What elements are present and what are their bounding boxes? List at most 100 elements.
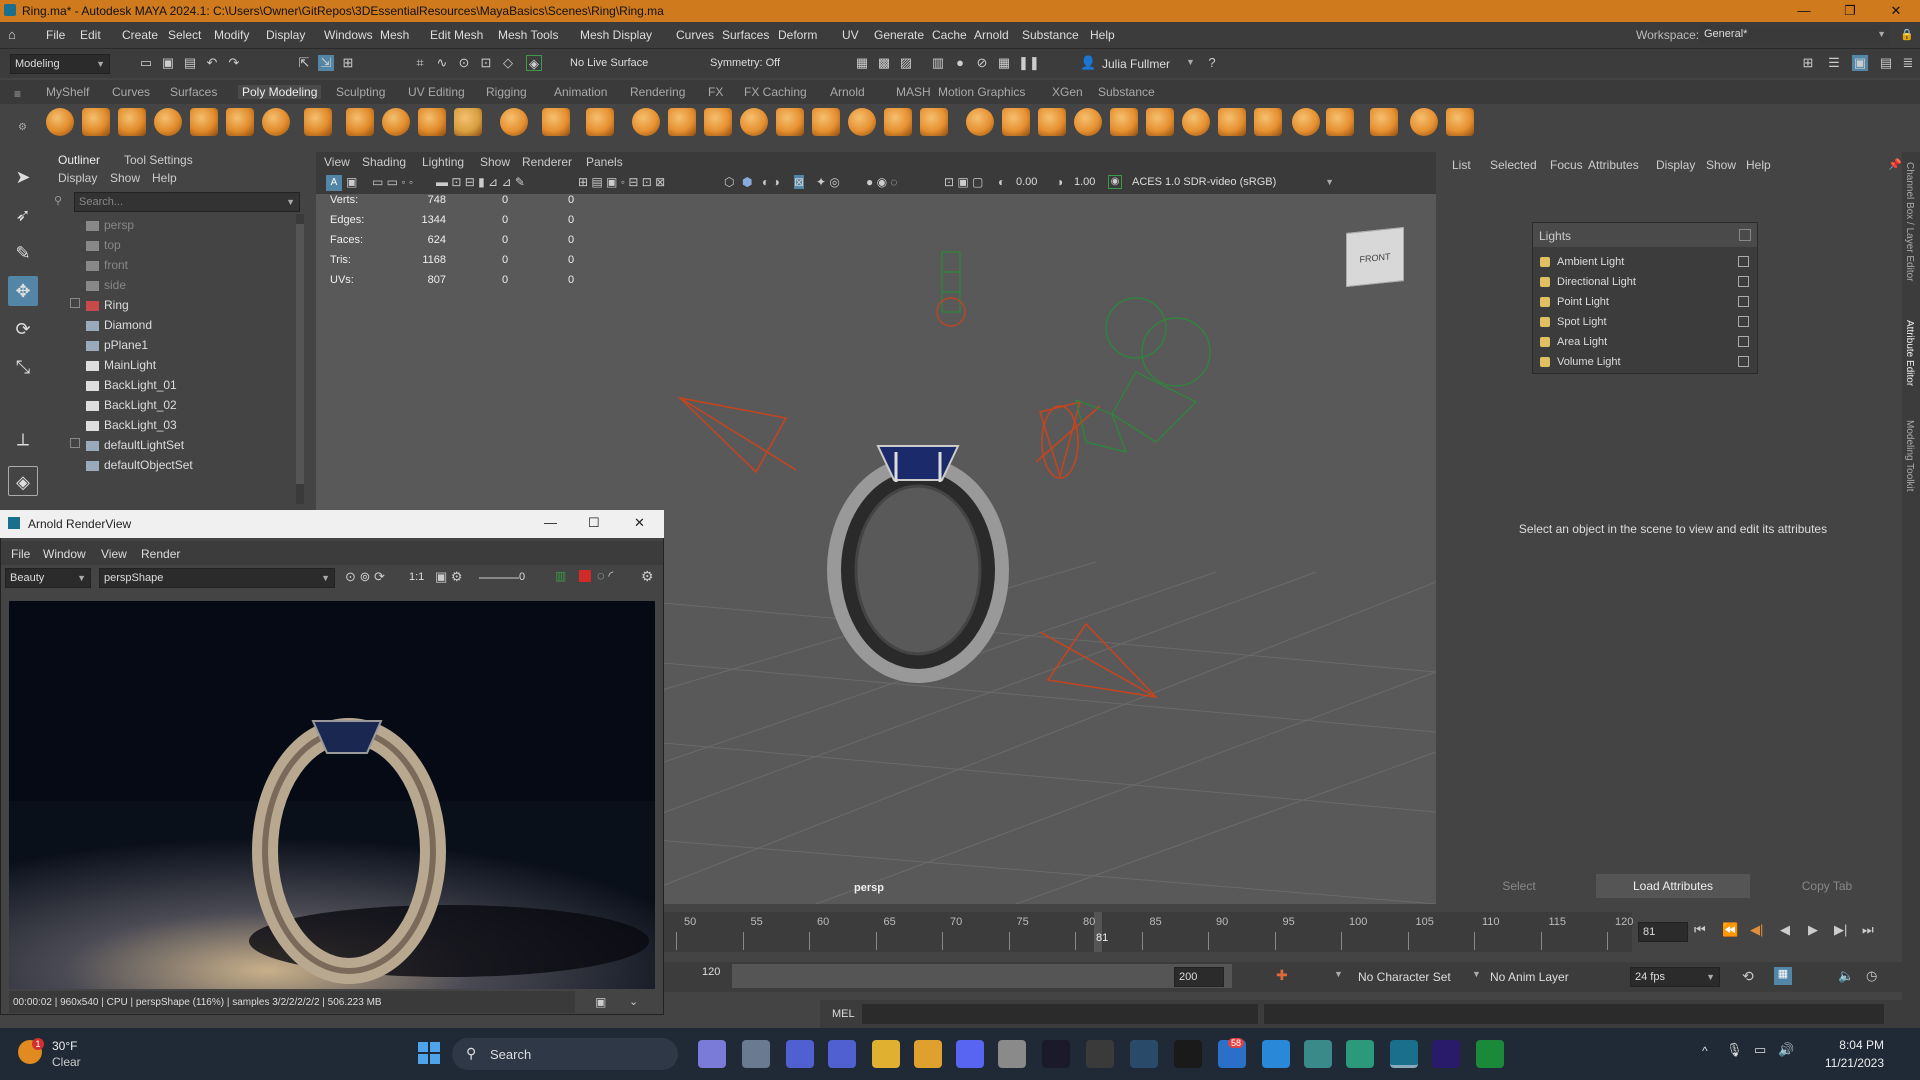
xray-icon[interactable]: ⊠ <box>794 175 805 189</box>
poke-icon[interactable] <box>1182 108 1210 136</box>
outliner-scrollbar[interactable] <box>296 214 304 504</box>
cache-playback-icon[interactable]: ▦ <box>1774 967 1792 985</box>
lasso-tool-icon[interactable]: ➶ <box>8 200 38 230</box>
shelf-tab-rendering[interactable]: Rendering <box>630 85 685 99</box>
target-weld-icon[interactable] <box>586 108 614 136</box>
light-checkbox[interactable] <box>1738 336 1749 347</box>
undo-icon[interactable]: ↶ <box>204 55 220 71</box>
tab-outliner[interactable]: Outliner <box>58 153 100 167</box>
offset-loop-icon[interactable] <box>1292 108 1320 136</box>
tab-modeling-toolkit[interactable]: Modeling Toolkit <box>1904 420 1915 492</box>
range-max-field[interactable]: 200 <box>1174 967 1224 987</box>
tab-channel-box[interactable]: Channel Box / Layer Editor <box>1904 162 1915 282</box>
image-plane-icon[interactable]: ▬ ⊡ ⊟ ▮ ⊿ ⊿ ✎ <box>436 175 525 189</box>
renderview-menu-file[interactable]: File <box>11 547 30 561</box>
play-backward-icon[interactable]: ◀ <box>1780 922 1790 938</box>
shelf-tab-fx-caching[interactable]: FX Caching <box>744 85 807 99</box>
ring-model[interactable] <box>827 445 1009 683</box>
outliner-item[interactable]: MainLight <box>104 358 156 372</box>
settings-gear-icon[interactable]: ⚙ <box>641 568 654 585</box>
snap-grid-icon[interactable]: ⌗ <box>412 55 428 71</box>
poly-text-icon[interactable] <box>418 108 446 136</box>
substance-icon[interactable] <box>1346 1040 1374 1068</box>
ipr-refresh-icon[interactable]: ◌ ◜ <box>597 568 613 584</box>
viewport-menu-view[interactable]: View <box>324 155 350 169</box>
tab-attribute-editor[interactable]: Attribute Editor <box>1904 320 1915 386</box>
loop-icon[interactable]: ⟲ <box>1742 968 1754 985</box>
attr-menu-help[interactable]: Help <box>1746 158 1771 172</box>
shadows-icon[interactable]: ✦ ◎ <box>816 175 840 189</box>
unity-icon[interactable] <box>998 1040 1026 1068</box>
load-attributes-button[interactable]: Load Attributes <box>1596 874 1750 898</box>
bookmark-icon[interactable]: ▭ ▭ ◦ ◦ <box>372 175 413 189</box>
maya-taskbar-icon[interactable] <box>1390 1040 1418 1068</box>
light-item[interactable]: Ambient Light <box>1557 256 1624 268</box>
discord-icon[interactable] <box>956 1040 984 1068</box>
quadrangulate-icon[interactable] <box>1146 108 1174 136</box>
menu-mesh[interactable]: Mesh <box>380 28 409 42</box>
weather-condition[interactable]: Clear <box>52 1055 81 1069</box>
poly-plane-icon[interactable] <box>226 108 254 136</box>
light-item[interactable]: Point Light <box>1557 296 1609 308</box>
save-scene-icon[interactable]: ▤ <box>182 55 198 71</box>
file-explorer-icon[interactable] <box>872 1040 900 1068</box>
ms-store-icon[interactable] <box>1304 1040 1332 1068</box>
channel-box-icon[interactable]: ▤ <box>1878 55 1894 71</box>
viewport-menu-lighting[interactable]: Lighting <box>422 155 464 169</box>
user-name[interactable]: Julia Fullmer <box>1102 57 1170 71</box>
clock-time[interactable]: 8:04 PM <box>1824 1038 1884 1052</box>
poly-torus-icon[interactable] <box>190 108 218 136</box>
knife-icon[interactable] <box>1410 108 1438 136</box>
ratio-label[interactable]: 1:1 <box>409 571 424 583</box>
poly-star-icon[interactable] <box>346 108 374 136</box>
outliner-menu-help[interactable]: Help <box>152 171 177 185</box>
network-icon[interactable]: ▭ <box>1754 1042 1766 1058</box>
arnold-ipr-icon[interactable]: ▦ <box>996 55 1012 71</box>
light-checkbox[interactable] <box>1738 256 1749 267</box>
quad-draw-icon[interactable] <box>500 108 528 136</box>
chevron-down-icon[interactable]: ⌄ <box>629 995 638 1008</box>
stop-render-icon[interactable] <box>579 570 591 582</box>
snap-view-icon[interactable]: ⊡ <box>478 55 494 71</box>
colorspace-dropdown[interactable]: ACES 1.0 SDR-video (sRGB) ▼ <box>1128 173 1338 193</box>
outliner-item[interactable]: side <box>104 278 126 292</box>
spot-light-bottom[interactable] <box>1039 622 1159 699</box>
outliner-item[interactable]: defaultLightSet <box>104 438 184 452</box>
close-button[interactable]: ✕ <box>1874 0 1918 22</box>
shelf-tab-uv-editing[interactable]: UV Editing <box>408 85 465 99</box>
edge-loop-icon[interactable] <box>920 108 948 136</box>
attr-menu-list[interactable]: List <box>1452 158 1471 172</box>
teams-work-icon[interactable] <box>828 1040 856 1068</box>
go-to-end-icon[interactable]: ⏭ <box>1862 922 1874 938</box>
light-checkbox[interactable] <box>1738 296 1749 307</box>
resolution-gate-icon[interactable]: ⊡ ▣ ▢ <box>944 175 983 189</box>
tool-settings-icon[interactable]: ▣ <box>1852 55 1868 71</box>
shelf-tab-sculpting[interactable]: Sculpting <box>336 85 385 99</box>
renderview-menu-render[interactable]: Render <box>141 547 180 561</box>
chevron-up-icon[interactable]: ^ <box>1702 1044 1708 1058</box>
layer-editor-icon[interactable]: ≣ <box>1900 55 1916 71</box>
area-light-wireframe[interactable] <box>936 251 966 327</box>
shelf-settings-icon[interactable]: ⚙ <box>18 122 27 133</box>
menu-uv[interactable]: UV <box>842 28 859 42</box>
color-management-icon[interactable]: ◉ <box>1108 175 1122 189</box>
exposure-value[interactable]: 0.00 <box>1016 176 1037 188</box>
menu-windows[interactable]: Windows <box>324 28 373 42</box>
attr-menu-display[interactable]: Display <box>1656 158 1695 172</box>
lock-icon[interactable]: 🔒 <box>1900 28 1914 41</box>
bevel-icon[interactable] <box>812 108 840 136</box>
shelf-tab-surfaces[interactable]: Surfaces <box>170 85 217 99</box>
combine-icon[interactable] <box>632 108 660 136</box>
step-back-frame-icon[interactable]: ◀| <box>1750 922 1763 938</box>
spot-light-left[interactable] <box>677 396 797 474</box>
menu-edit-mesh[interactable]: Edit Mesh <box>430 28 483 42</box>
character-set-dropdown[interactable]: No Character Set <box>1358 970 1451 984</box>
tab-tool-settings[interactable]: Tool Settings <box>124 153 193 167</box>
shelf-menu-icon[interactable]: ≡ <box>14 87 21 101</box>
help-icon[interactable]: ? <box>1204 55 1220 71</box>
renderview-menu-view[interactable]: View <box>101 547 127 561</box>
menu-edit[interactable]: Edit <box>80 28 101 42</box>
outliner-item[interactable]: Diamond <box>104 318 152 332</box>
layout-single-icon[interactable]: ◈ <box>8 466 38 496</box>
viewport-menu-shading[interactable]: Shading <box>362 155 406 169</box>
